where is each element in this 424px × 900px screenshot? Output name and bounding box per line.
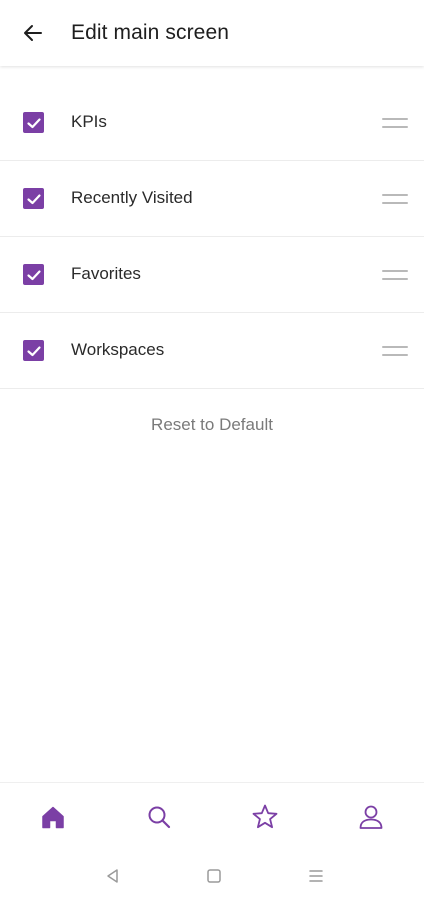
drag-handle-icon[interactable]: [382, 192, 408, 206]
list-item-workspaces[interactable]: Workspaces: [0, 313, 424, 389]
reset-to-default-button[interactable]: Reset to Default: [0, 415, 424, 435]
list-item-label: Workspaces: [71, 340, 165, 359]
recents-menu-icon: [309, 870, 323, 882]
checkmark-icon: [26, 345, 41, 356]
section-list: KPIs Recently Visited Favorites Workspac…: [0, 85, 424, 389]
system-navigation-bar: [0, 852, 424, 900]
home-icon: [42, 806, 64, 829]
star-icon: [252, 804, 278, 829]
list-item-label: Recently Visited: [71, 188, 193, 207]
kpis-checkbox[interactable]: [23, 112, 44, 133]
nav-home-button[interactable]: [37, 801, 69, 833]
list-item-favorites[interactable]: Favorites: [0, 237, 424, 313]
checkmark-icon: [26, 193, 41, 204]
drag-handle-icon[interactable]: [382, 116, 408, 130]
recently-visited-checkbox[interactable]: [23, 188, 44, 209]
arrow-left-icon: [24, 25, 42, 41]
favorites-checkbox[interactable]: [23, 264, 44, 285]
page-title: Edit main screen: [71, 21, 230, 44]
search-icon: [148, 806, 171, 829]
drag-handle-icon[interactable]: [382, 344, 408, 358]
app-screen: Edit main screen KPIs Recently Visited F…: [0, 0, 424, 900]
bottom-navigation: [0, 782, 424, 853]
top-app-bar: Edit main screen: [0, 0, 424, 66]
profile-icon: [359, 805, 383, 829]
back-triangle-icon: [107, 869, 118, 883]
nav-profile-button[interactable]: [355, 801, 387, 833]
list-item-recently-visited[interactable]: Recently Visited: [0, 161, 424, 237]
nav-favorites-button[interactable]: [249, 801, 281, 833]
system-back-button[interactable]: [101, 864, 125, 888]
drag-handle-icon[interactable]: [382, 268, 408, 282]
nav-search-button[interactable]: [143, 801, 175, 833]
list-item-label: KPIs: [71, 112, 107, 131]
system-recents-button[interactable]: [304, 864, 328, 888]
list-item-kpis[interactable]: KPIs: [0, 85, 424, 161]
checkmark-icon: [26, 117, 41, 128]
workspaces-checkbox[interactable]: [23, 340, 44, 361]
list-item-label: Favorites: [71, 264, 141, 283]
home-square-icon: [207, 869, 221, 883]
system-home-button[interactable]: [202, 864, 226, 888]
back-button[interactable]: [14, 14, 52, 52]
checkmark-icon: [26, 269, 41, 280]
